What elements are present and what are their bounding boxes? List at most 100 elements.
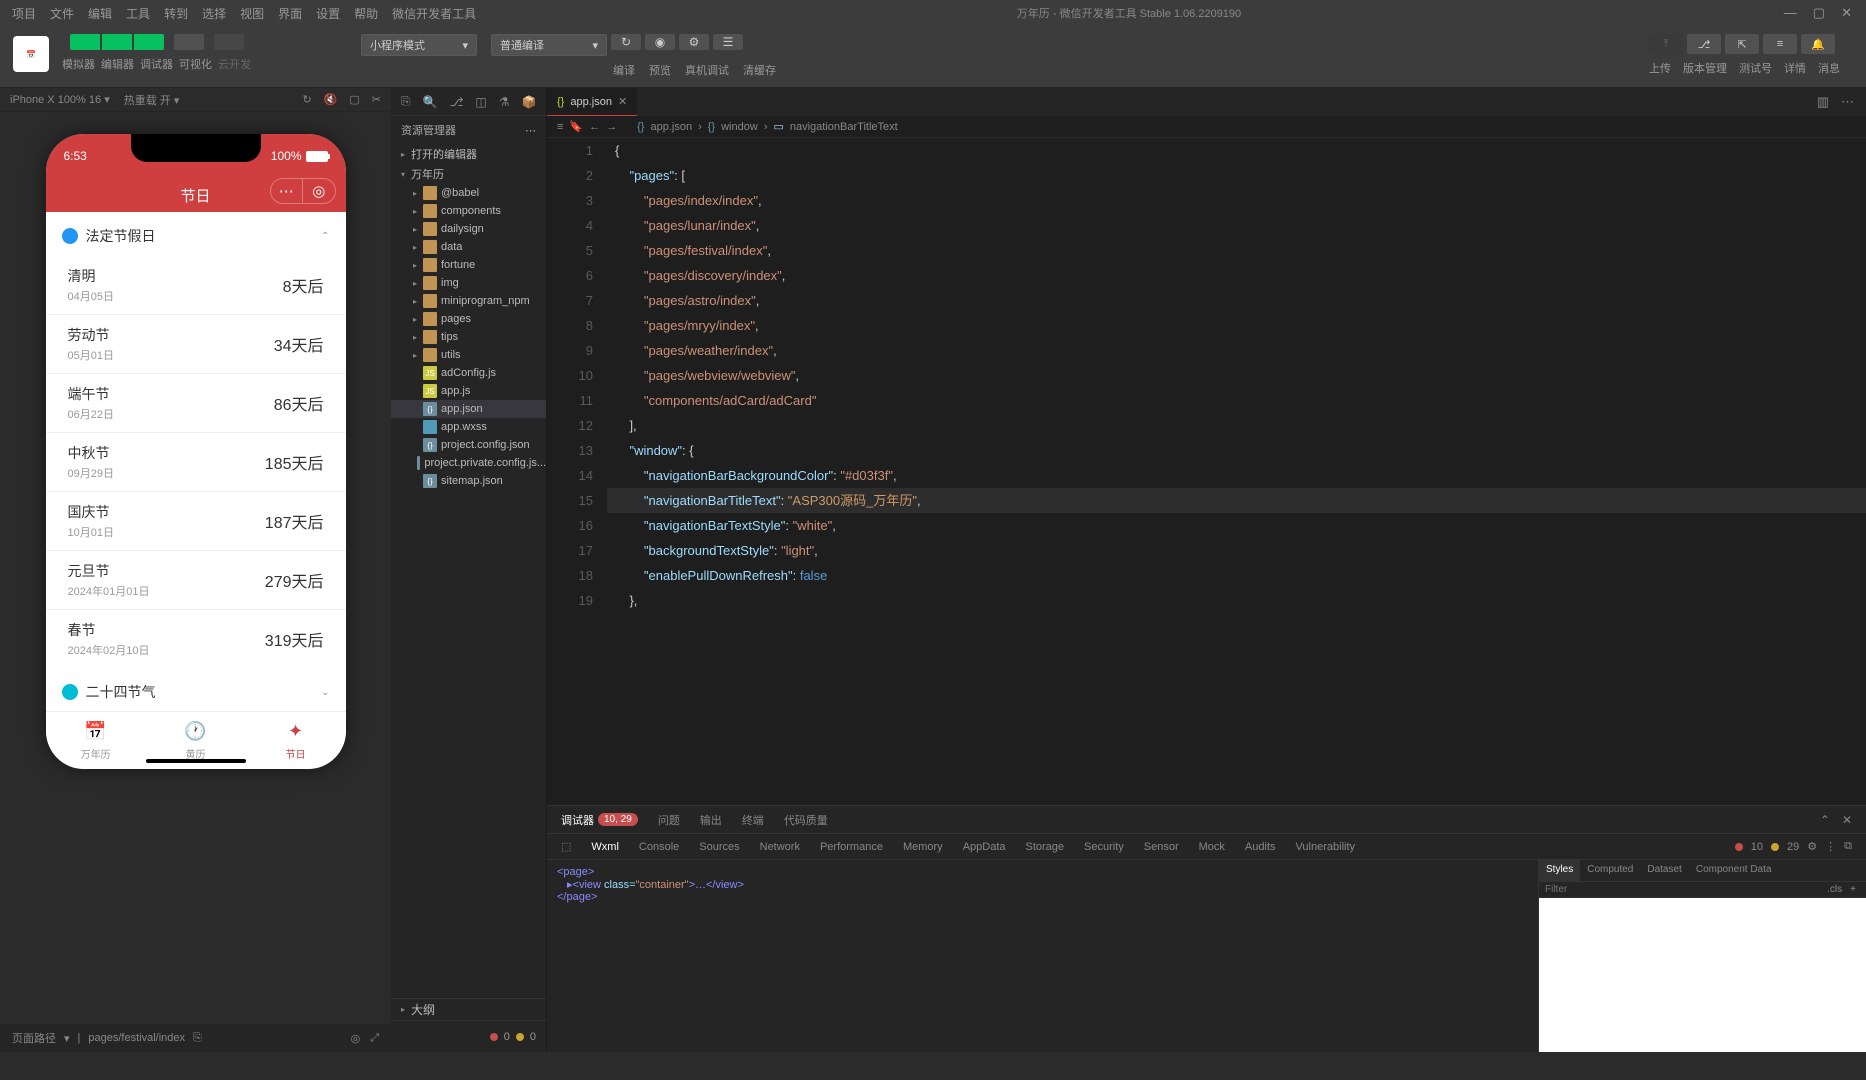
maximize-icon[interactable]: ▢ (1813, 5, 1825, 21)
festival-item[interactable]: 劳动节05月01日34天后 (46, 315, 346, 374)
folder-item[interactable]: ▸miniprogram_npm (391, 292, 546, 310)
st-styles[interactable]: Styles (1539, 860, 1580, 881)
folder-item[interactable]: ▸pages (391, 310, 546, 328)
dt-network[interactable]: Network (760, 841, 800, 853)
festival-item[interactable]: 中秋节09月29日185天后 (46, 433, 346, 492)
capsule-menu-icon[interactable]: ⋯ (271, 179, 304, 203)
copy-icon[interactable]: ⎘ (193, 1032, 202, 1045)
details-button[interactable]: ≡ (1763, 34, 1797, 54)
festival-item[interactable]: 元旦节2024年01月01日279天后 (46, 551, 346, 610)
folder-item[interactable]: ▸@babel (391, 184, 546, 202)
folder-item[interactable]: ▸fortune (391, 256, 546, 274)
menu-view[interactable]: 视图 (240, 5, 264, 22)
tab-appjson[interactable]: {} app.json ✕ (547, 88, 637, 116)
folder-item[interactable]: ▸utils (391, 346, 546, 364)
scene-icon[interactable]: ◎ (351, 1032, 361, 1045)
menu-goto[interactable]: 转到 (164, 5, 188, 22)
wxml-tree[interactable]: <page> ▸<view class="container">…</view>… (547, 860, 1538, 1052)
cloud-dev-toggle[interactable] (214, 34, 244, 50)
hotreload-selector[interactable]: 热重载 开 ▾ (124, 92, 180, 108)
search-icon[interactable]: 🔍 (423, 95, 438, 109)
dt-storage[interactable]: Storage (1026, 841, 1065, 853)
festival-item[interactable]: 清明04月05日8天后 (46, 256, 346, 315)
tab-codequality[interactable]: 代码质量 (784, 812, 828, 828)
gear-icon[interactable]: ⚙ (1807, 840, 1817, 853)
dt-security[interactable]: Security (1084, 841, 1124, 853)
popout-icon[interactable]: ⧉ (1844, 840, 1852, 853)
kebab-icon[interactable]: ⋮ (1825, 840, 1836, 853)
capsule-close-icon[interactable]: ◎ (303, 179, 335, 203)
cube-icon[interactable]: ◫ (475, 95, 486, 109)
npm-icon[interactable]: 📦 (522, 95, 537, 109)
folder-item[interactable]: ▸data (391, 238, 546, 256)
breadcrumb[interactable]: ≡ 🔖 ← → {}app.json › {}window › ▭navigat… (547, 116, 1866, 138)
dt-appdata[interactable]: AppData (963, 841, 1006, 853)
minimize-icon[interactable]: — (1784, 5, 1797, 21)
version-button[interactable]: ⎇ (1687, 34, 1721, 54)
editor-toggle[interactable] (102, 34, 132, 50)
device-selector[interactable]: iPhone X 100% 16 ▾ (10, 93, 110, 106)
element-picker-icon[interactable]: ⬚ (561, 840, 571, 853)
menu-edit[interactable]: 编辑 (88, 5, 112, 22)
folder-item[interactable]: ▸tips (391, 328, 546, 346)
page-path[interactable]: pages/festival/index (88, 1032, 185, 1044)
copy-files-icon[interactable]: ⎘ (401, 94, 411, 109)
menu-panel[interactable]: 界面 (278, 5, 302, 22)
tab-festival[interactable]: ✦节日 (246, 712, 346, 769)
add-style-icon[interactable]: + (1846, 884, 1860, 895)
tab-calendar[interactable]: 📅万年历 (46, 712, 146, 769)
phone-content[interactable]: 法定节假日 ⌃ 清明04月05日8天后劳动节05月01日34天后端午节06月22… (46, 212, 346, 711)
preview-button[interactable]: ◉ (645, 34, 675, 50)
file-item[interactable]: JSapp.js (391, 382, 546, 400)
dt-mock[interactable]: Mock (1199, 841, 1225, 853)
tab-close-icon[interactable]: ✕ (618, 95, 627, 108)
dt-wxml[interactable]: Wxml (591, 841, 619, 853)
file-item[interactable]: {}sitemap.json (391, 472, 546, 490)
section-solar[interactable]: 二十四节气 ⌄ (46, 668, 346, 711)
capsule-menu[interactable]: ⋯ ◎ (270, 178, 336, 204)
more-actions-icon[interactable]: ⋯ (1841, 94, 1854, 110)
dt-audits[interactable]: Audits (1245, 841, 1276, 853)
cut-icon[interactable]: ✂ (372, 93, 381, 106)
festival-item[interactable]: 端午节06月22日86天后 (46, 374, 346, 433)
mute-icon[interactable]: 🔇 (324, 93, 338, 106)
branch-icon[interactable]: ⎇ (450, 95, 464, 109)
menu-file[interactable]: 文件 (50, 5, 74, 22)
styles-filter-input[interactable] (1545, 884, 1823, 895)
bc-bookmark-icon[interactable]: 🔖 (569, 120, 583, 133)
upload-button[interactable]: ⤒ (1649, 34, 1683, 54)
debugger-toggle[interactable] (134, 34, 164, 50)
dt-vulnerability[interactable]: Vulnerability (1296, 841, 1356, 853)
remote-debug-button[interactable]: ⚙ (679, 34, 709, 50)
simulator-toggle[interactable] (70, 34, 100, 50)
refresh-icon[interactable]: ↻ (302, 93, 311, 106)
menu-select[interactable]: 选择 (202, 5, 226, 22)
file-item[interactable]: {}app.json (391, 400, 546, 418)
bc-nav-icon[interactable]: ≡ (557, 121, 563, 133)
tab-debugger[interactable]: 调试器10, 29 (561, 812, 638, 828)
dt-performance[interactable]: Performance (820, 841, 883, 853)
dt-console[interactable]: Console (639, 841, 679, 853)
festival-item[interactable]: 国庆节10月01日187天后 (46, 492, 346, 551)
tab-problems[interactable]: 问题 (658, 812, 680, 828)
code-area[interactable]: { "pages": [ "pages/index/index", "pages… (607, 138, 1866, 805)
compile-button[interactable]: ↻ (611, 34, 641, 50)
notify-button[interactable]: 🔔 (1801, 34, 1835, 54)
clear-cache-button[interactable]: ☰ (713, 34, 743, 50)
more-icon[interactable]: ⋯ (525, 124, 536, 137)
expand-icon[interactable]: ⤢ (370, 1032, 379, 1045)
festival-item[interactable]: 春节2024年02月10日319天后 (46, 610, 346, 668)
split-icon[interactable]: ▥ (1817, 94, 1829, 110)
menu-help[interactable]: 帮助 (354, 5, 378, 22)
st-compdata[interactable]: Component Data (1689, 860, 1779, 881)
outline-section[interactable]: ▸大纲 (391, 998, 546, 1020)
section-legal[interactable]: 法定节假日 ⌃ (46, 212, 346, 256)
st-computed[interactable]: Computed (1580, 860, 1640, 881)
menu-project[interactable]: 项目 (12, 5, 36, 22)
tab-output[interactable]: 输出 (700, 812, 722, 828)
tab-terminal[interactable]: 终端 (742, 812, 764, 828)
rotate-icon[interactable]: ▢ (349, 93, 359, 106)
folder-item[interactable]: ▸components (391, 202, 546, 220)
collapse-icon[interactable]: ⌃ (1820, 813, 1830, 827)
test-icon[interactable]: ⚗ (499, 95, 510, 109)
